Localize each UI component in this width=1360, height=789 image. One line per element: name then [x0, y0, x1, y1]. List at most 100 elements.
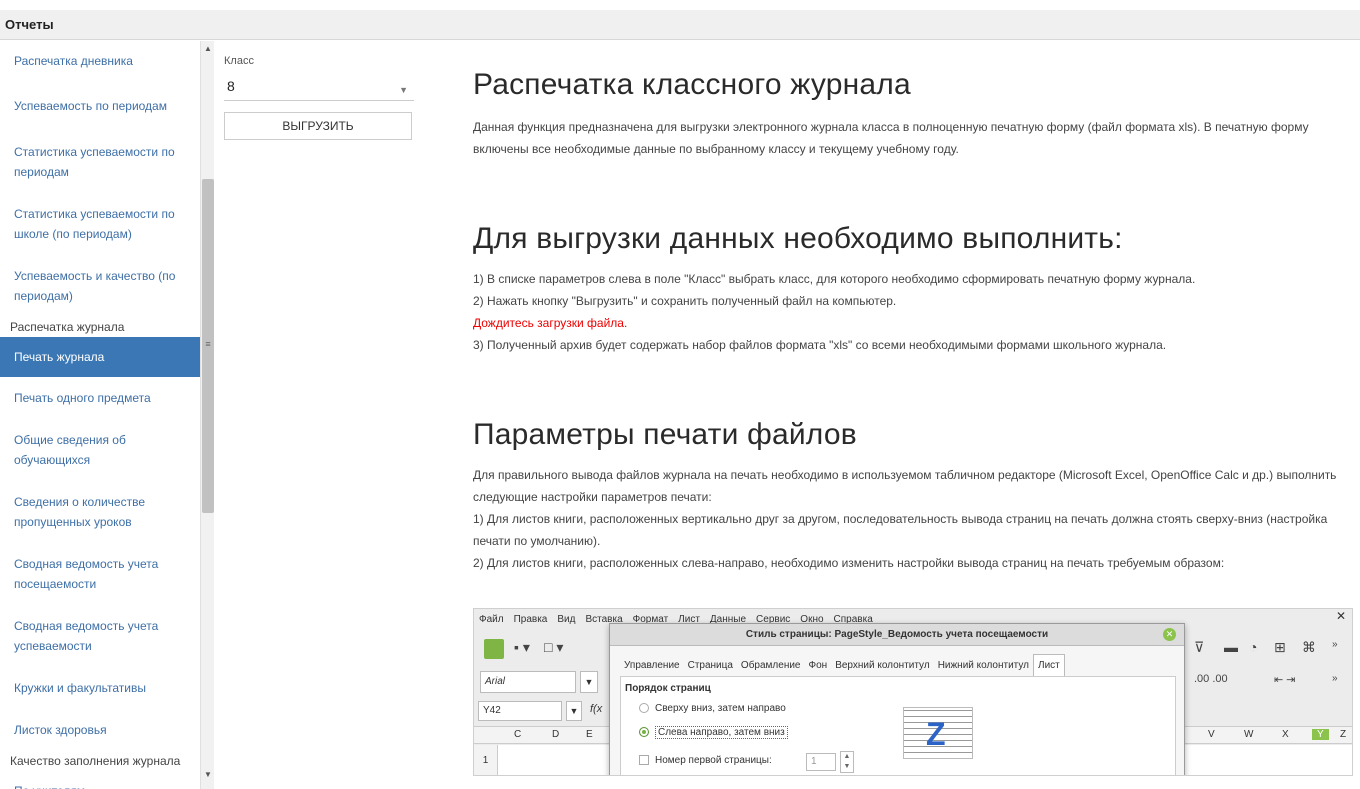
sidebar-item[interactable]: Печать одного предмета: [0, 377, 200, 419]
class-select[interactable]: 8 ▼: [224, 75, 414, 101]
dialog-title: Стиль страницы: PageStyle_Ведомость учет…: [610, 624, 1184, 646]
page-style-dialog: Стиль страницы: PageStyle_Ведомость учет…: [609, 623, 1185, 775]
dialog-tabs: Управление Страница Обрамление Фон Верхний к…: [620, 654, 1065, 677]
sidebar-item[interactable]: Статистика успеваемости по периодам: [0, 131, 200, 193]
radio-icon: [639, 703, 649, 714]
radio-left-right: Слева направо, затем вниз: [639, 726, 788, 739]
column-header: W: [1244, 729, 1254, 740]
dialog-tab: Нижний колонтитул: [937, 660, 1029, 671]
print-rule-2: 2) Для листов книги, расположенных слева…: [473, 556, 1225, 570]
window-title: Отчеты: [0, 10, 1360, 40]
name-box: Y42: [478, 701, 562, 721]
toolbar-icon: ▪ ▾: [514, 639, 530, 655]
page-order-heading: Порядок страниц: [625, 683, 711, 694]
print-intro: Для правильного вывода файлов журнала на…: [473, 468, 1337, 504]
main-content: Распечатка классного журнала Данная функ…: [473, 68, 1353, 574]
page-title: Распечатка классного журнала: [473, 68, 911, 101]
sidebar-item[interactable]: Кружки и факультативы: [0, 667, 200, 709]
image-icon: ▬: [1224, 639, 1238, 655]
new-document-icon: [484, 639, 504, 659]
decimal-icon: .00 .00: [1194, 673, 1228, 685]
first-page-number-checkbox: Номер первой страницы:: [639, 755, 772, 766]
column-header: C: [514, 729, 522, 740]
radio-selected-icon: [639, 727, 649, 738]
chevron-down-icon: ▼: [566, 701, 582, 721]
special-icon: ⌘: [1302, 639, 1316, 655]
radio-label: Слева направо, затем вниз: [655, 726, 788, 739]
embed-menu-item: Правка: [513, 614, 548, 625]
sidebar-item[interactable]: Распечатка дневника: [0, 41, 200, 81]
column-header-selected: Y: [1312, 729, 1329, 740]
step-1: 1) В списке параметров слева в поле "Кла…: [473, 272, 1196, 286]
chevron-down-icon: ▼: [580, 671, 598, 693]
embed-menu-item: Файл: [479, 614, 504, 625]
section-title-steps: Для выгрузки данных необходимо выполнить…: [473, 222, 1123, 255]
sidebar: Распечатка дневника Успеваемость по перио…: [0, 41, 214, 789]
dialog-tab: Фон: [808, 660, 828, 671]
toolbar-icon: □ ▾: [544, 639, 564, 655]
chevron-down-icon: ▼: [399, 85, 408, 95]
checkbox-icon: [639, 755, 649, 766]
row-number: 1: [474, 745, 498, 775]
function-icon: f(x: [590, 703, 603, 715]
sidebar-item[interactable]: Листок здоровья: [0, 709, 200, 751]
close-icon: ✕: [1335, 609, 1346, 623]
spinner-arrows-icon: ▲ ▼: [840, 751, 854, 773]
step-2: 2) Нажать кнопку "Выгрузить" и сохранить…: [473, 294, 897, 308]
scroll-up-arrow-icon[interactable]: ▲: [201, 41, 214, 57]
column-header: Z: [1340, 729, 1347, 740]
wait-note: Дождитесь загрузки файла.: [473, 316, 628, 330]
sidebar-group-label: Качество заполнения журнала: [10, 754, 181, 768]
sidebar-item[interactable]: Успеваемость и качество (по периодам): [0, 255, 200, 317]
sidebar-item[interactable]: Статистика успеваемости по школе (по пер…: [0, 193, 200, 255]
column-header: X: [1282, 729, 1289, 740]
chart-icon: ⊽: [1194, 639, 1205, 655]
dialog-tab: Верхний колонтитул: [835, 660, 930, 671]
class-label: Класс: [224, 55, 254, 67]
dialog-tab: Управление: [624, 660, 680, 671]
params-panel: Класс 8 ▼ ВЫГРУЗИТЬ: [224, 55, 414, 140]
more-icon: »: [1332, 639, 1338, 650]
sidebar-item-active[interactable]: Печать журнала: [0, 337, 200, 377]
sidebar-item[interactable]: По учителям: [0, 771, 200, 789]
scroll-down-arrow-icon[interactable]: ▼: [201, 767, 214, 783]
scroll-thumb[interactable]: ≡: [202, 179, 214, 513]
dialog-title-text: Стиль страницы: PageStyle_Ведомость учет…: [745, 629, 1049, 640]
dialog-tab: Страница: [687, 660, 733, 671]
sidebar-item[interactable]: Общие сведения об обучающихся: [0, 419, 200, 481]
sidebar-scrollbar[interactable]: ▲ ≡ ▼: [200, 41, 214, 789]
checkbox-label: Номер первой страницы:: [655, 755, 772, 766]
print-rule-1: 1) Для листов книги, расположенных верти…: [473, 512, 1328, 548]
pie-icon: ◔: [1249, 639, 1258, 655]
column-header: D: [552, 729, 560, 740]
sidebar-group-label: Распечатка журнала: [10, 320, 125, 334]
z-order-icon: Z: [926, 716, 946, 752]
first-page-spinner: 1: [806, 753, 836, 771]
sidebar-item[interactable]: Сводная ведомость учета успеваемости: [0, 605, 200, 667]
dialog-tab: Лист: [1033, 654, 1065, 677]
embedded-screenshot: Файл Правка Вид Вставка Формат Лист Данные Серв…: [473, 608, 1353, 776]
radio-top-down: Сверху вниз, затем направо: [639, 703, 786, 714]
embed-menu-item: Вид: [557, 614, 576, 625]
page-order-preview-icon: Z: [903, 707, 973, 759]
export-button[interactable]: ВЫГРУЗИТЬ: [224, 112, 412, 140]
table-icon: ⊞: [1274, 639, 1286, 655]
column-header: E: [586, 729, 593, 740]
indent-icon: ⇤ ⇥: [1274, 674, 1296, 686]
intro-text: Данная функция предназначена для выгрузк…: [473, 120, 1309, 156]
sidebar-item[interactable]: Успеваемость по периодам: [0, 81, 200, 131]
dialog-tab: Обрамление: [740, 660, 801, 671]
top-strip: [0, 0, 1360, 10]
sidebar-item[interactable]: Сведения о количестве пропущенных уроков: [0, 481, 200, 543]
dialog-body: Порядок страниц Сверху вниз, затем напра…: [620, 676, 1176, 775]
grip-icon: ≡: [205, 339, 211, 349]
sidebar-item[interactable]: Сводная ведомость учета посещаемости: [0, 543, 200, 605]
font-name-field: Arial: [480, 671, 576, 693]
radio-label: Сверху вниз, затем направо: [655, 703, 786, 714]
column-header: V: [1208, 729, 1215, 740]
step-3: 3) Полученный архив будет содержать набо…: [473, 338, 1167, 352]
more-icon: »: [1332, 673, 1338, 684]
close-icon: ✕: [1163, 628, 1176, 641]
class-select-value: 8: [227, 78, 235, 94]
sidebar-list: Распечатка дневника Успеваемость по перио…: [0, 41, 200, 789]
